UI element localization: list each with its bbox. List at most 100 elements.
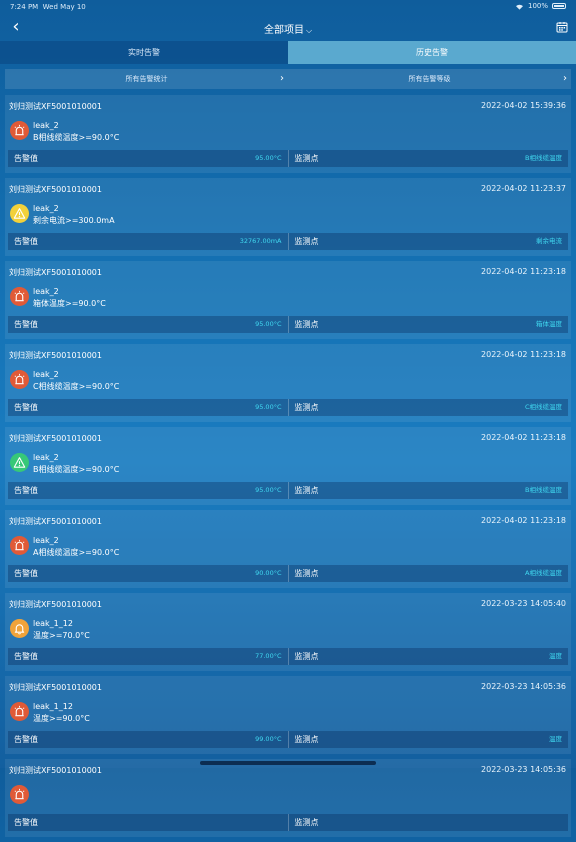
chevron-right-icon: › bbox=[563, 73, 567, 84]
alarm-value-cell: 告警值 77.00°C bbox=[8, 648, 289, 665]
device-name: 刘归测试XF5001010001 bbox=[9, 600, 102, 609]
monitor-point-label: 监测点 bbox=[294, 818, 319, 827]
alert-time: 2022-03-23 14:05:40 bbox=[481, 599, 566, 608]
alert-time: 2022-04-02 11:23:18 bbox=[481, 350, 566, 359]
monitor-point-label: 监测点 bbox=[294, 652, 319, 661]
alarm-value-label: 告警值 bbox=[14, 320, 38, 329]
alert-time: 2022-04-02 15:39:36 bbox=[481, 101, 566, 110]
monitor-point-label: 监测点 bbox=[294, 403, 319, 412]
siren-icon bbox=[10, 536, 29, 555]
device-name: 刘归测试XF5001010001 bbox=[9, 351, 102, 360]
filter-alarm-level[interactable]: 所有告警等级 › bbox=[288, 69, 571, 89]
alert-card[interactable]: 刘归测试XF5001010001 2022-04-02 11:23:18 lea… bbox=[5, 510, 571, 588]
status-right: 100% bbox=[515, 2, 566, 10]
filter-alarm-stats-label: 所有告警统计 bbox=[125, 75, 168, 83]
alert-condition: 温度>=90.0°C bbox=[33, 714, 90, 723]
monitor-point: C相线缆温度 bbox=[524, 403, 562, 411]
calendar-icon[interactable] bbox=[556, 21, 568, 33]
battery-percent: 100% bbox=[527, 2, 548, 10]
alarm-tabs: 实时告警 历史告警 bbox=[0, 41, 576, 64]
alert-code: leak_2 bbox=[33, 204, 59, 213]
alert-card[interactable]: 刘归测试XF5001010001 2022-04-02 15:39:36 lea… bbox=[5, 95, 571, 173]
monitor-point: 温度 bbox=[549, 652, 562, 660]
alert-code: leak_2 bbox=[33, 453, 59, 462]
monitor-point: 剩余电流 bbox=[536, 237, 562, 245]
alert-card[interactable]: 刘归测试XF5001010001 2022-03-23 14:05:36 lea… bbox=[5, 676, 571, 754]
monitor-point-cell: 监测点 温度 bbox=[289, 731, 569, 748]
wifi-icon bbox=[515, 4, 523, 10]
alarm-value: 32767.00mA bbox=[239, 237, 282, 245]
status-bar: 7:24 PM Wed May 10 100% bbox=[0, 0, 576, 14]
monitor-point-cell: 监测点 B相线缆温度 bbox=[289, 150, 569, 167]
alert-detail-row: 告警值 监测点 bbox=[8, 814, 568, 831]
alert-list: 刘归测试XF5001010001 2022-04-02 15:39:36 lea… bbox=[5, 95, 571, 842]
monitor-point-label: 监测点 bbox=[294, 154, 319, 163]
bell-icon bbox=[10, 619, 29, 638]
alert-time: 2022-04-02 11:23:18 bbox=[481, 433, 566, 442]
home-indicator bbox=[200, 761, 376, 765]
filter-bar: 所有告警统计 › 所有告警等级 › bbox=[5, 69, 571, 89]
alert-code: leak_2 bbox=[33, 121, 59, 130]
alert-detail-row: 告警值 95.00°C 监测点 C相线缆温度 bbox=[8, 399, 568, 416]
siren-icon bbox=[10, 287, 29, 306]
alarm-value: 99.00°C bbox=[255, 735, 282, 743]
alert-condition: 温度>=70.0°C bbox=[33, 631, 90, 640]
alert-detail-row: 告警值 99.00°C 监测点 温度 bbox=[8, 731, 568, 748]
alarm-value: 95.00°C bbox=[255, 486, 282, 494]
alert-detail-row: 告警值 32767.00mA 监测点 剩余电流 bbox=[8, 233, 568, 250]
chevron-down-icon: ⌵ bbox=[305, 26, 313, 35]
alert-card[interactable]: 刘归测试XF5001010001 2022-03-23 14:05:40 lea… bbox=[5, 593, 571, 671]
siren-icon bbox=[10, 121, 29, 140]
monitor-point: A相线缆温度 bbox=[525, 569, 562, 577]
alarm-value-label: 告警值 bbox=[14, 237, 38, 246]
alert-detail-row: 告警值 95.00°C 监测点 箱体温度 bbox=[8, 316, 568, 333]
status-time: 7:24 PM Wed May 10 bbox=[10, 3, 86, 11]
alarm-value-label: 告警值 bbox=[14, 486, 38, 495]
alert-code: leak_2 bbox=[33, 370, 59, 379]
alarm-value-cell: 告警值 95.00°C bbox=[8, 399, 289, 416]
alarm-value: 95.00°C bbox=[255, 154, 282, 162]
alert-time: 2022-04-02 11:23:18 bbox=[481, 267, 566, 276]
monitor-point-cell: 监测点 剩余电流 bbox=[289, 233, 569, 250]
alarm-value-label: 告警值 bbox=[14, 735, 38, 744]
alert-condition: A相线缆温度>=90.0°C bbox=[33, 548, 120, 557]
monitor-point-cell: 监测点 箱体温度 bbox=[289, 316, 569, 333]
alert-card[interactable]: 刘归测试XF5001010001 2022-04-02 11:23:18 lea… bbox=[5, 344, 571, 422]
alert-time: 2022-03-23 14:05:36 bbox=[481, 765, 566, 774]
siren-icon bbox=[10, 785, 29, 804]
tab-realtime-alarms[interactable]: 实时告警 bbox=[0, 41, 288, 64]
alarm-value-cell: 告警值 95.00°C bbox=[8, 316, 289, 333]
alert-code: leak_2 bbox=[33, 536, 59, 545]
alarm-value-cell: 告警值 95.00°C bbox=[8, 482, 289, 499]
tab-history-alarms[interactable]: 历史告警 bbox=[288, 41, 576, 64]
monitor-point-label: 监测点 bbox=[294, 320, 319, 329]
alert-code: leak_1_12 bbox=[33, 619, 73, 628]
device-name: 刘归测试XF5001010001 bbox=[9, 766, 102, 775]
siren-icon bbox=[10, 370, 29, 389]
warning-icon bbox=[10, 204, 29, 223]
device-name: 刘归测试XF5001010001 bbox=[9, 102, 102, 111]
alert-condition: B相线缆温度>=90.0°C bbox=[33, 465, 120, 474]
alarm-value: 90.00°C bbox=[255, 569, 282, 577]
battery-icon bbox=[552, 3, 566, 9]
chevron-right-icon: › bbox=[280, 73, 284, 84]
nav-bar: ‹ 全部项目 ⌵ bbox=[0, 14, 576, 42]
monitor-point-cell: 监测点 bbox=[289, 814, 569, 831]
siren-icon bbox=[10, 702, 29, 721]
project-selector[interactable]: 全部项目 ⌵ bbox=[0, 21, 576, 36]
device-name: 刘归测试XF5001010001 bbox=[9, 268, 102, 277]
alarm-value-label: 告警值 bbox=[14, 154, 38, 163]
monitor-point: 箱体温度 bbox=[536, 320, 562, 328]
alert-card[interactable]: 刘归测试XF5001010001 2022-03-23 14:05:36 告警值… bbox=[5, 759, 571, 837]
alert-card[interactable]: 刘归测试XF5001010001 2022-04-02 11:23:37 lea… bbox=[5, 178, 571, 256]
alert-card[interactable]: 刘归测试XF5001010001 2022-04-02 11:23:18 lea… bbox=[5, 427, 571, 505]
monitor-point-cell: 监测点 B相线缆温度 bbox=[289, 482, 569, 499]
alarm-value-cell: 告警值 99.00°C bbox=[8, 731, 289, 748]
alarm-value-cell: 告警值 32767.00mA bbox=[8, 233, 289, 250]
filter-alarm-level-label: 所有告警等级 bbox=[408, 75, 451, 83]
alert-condition: 箱体温度>=90.0°C bbox=[33, 299, 106, 308]
alert-condition: B相线缆温度>=90.0°C bbox=[33, 133, 120, 142]
monitor-point-cell: 监测点 A相线缆温度 bbox=[289, 565, 569, 582]
filter-alarm-stats[interactable]: 所有告警统计 › bbox=[5, 69, 288, 89]
alert-card[interactable]: 刘归测试XF5001010001 2022-04-02 11:23:18 lea… bbox=[5, 261, 571, 339]
